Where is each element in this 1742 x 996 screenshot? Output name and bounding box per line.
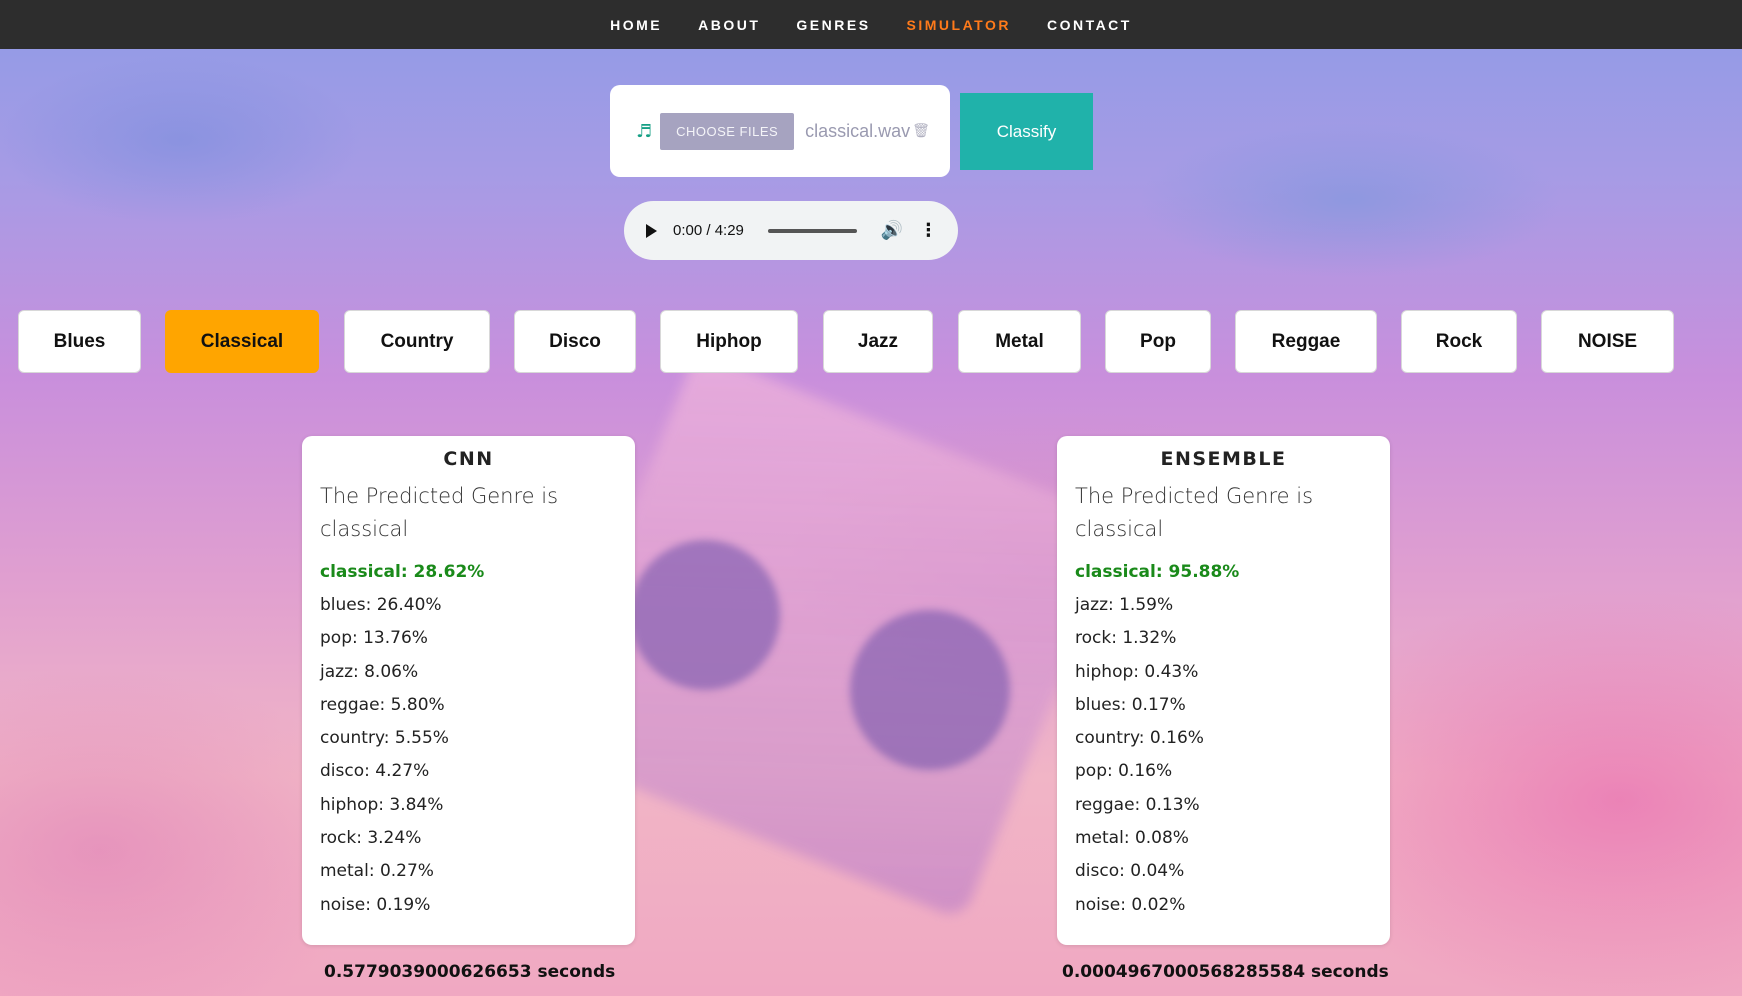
score-row: pop: 0.16%: [1075, 761, 1173, 782]
result-card-cnn: CNN The Predicted Genre is classical cla…: [302, 436, 635, 945]
score-row: hiphop: 0.43%: [1075, 661, 1199, 682]
genre-button-noise[interactable]: NOISE: [1541, 310, 1674, 373]
nav-about[interactable]: ABOUT: [698, 17, 760, 33]
audio-player: 0:00 / 4:29 🔊 ⋮: [624, 201, 958, 260]
predicted-genre-text: The Predicted Genre is classical: [320, 484, 559, 541]
genre-button-reggae[interactable]: Reggae: [1235, 310, 1377, 373]
score-row: reggae: 5.80%: [320, 694, 445, 715]
score-row: country: 5.55%: [320, 728, 449, 749]
model-title: ENSEMBLE: [1160, 448, 1287, 470]
score-row: disco: 0.04%: [1075, 861, 1185, 882]
top-score: classical: 28.62%: [320, 562, 485, 582]
score-row: hiphop: 3.84%: [320, 794, 444, 815]
genre-button-rock[interactable]: Rock: [1401, 310, 1517, 373]
result-card-ensemble: ENSEMBLE The Predicted Genre is classica…: [1057, 436, 1390, 945]
classify-button[interactable]: Classify: [960, 93, 1093, 170]
score-row: noise: 0.19%: [320, 894, 431, 915]
genre-button-classical[interactable]: Classical: [165, 310, 319, 373]
model-title: CNN: [443, 448, 494, 470]
selected-file-name: classical.wav: [805, 120, 911, 141]
score-row: blues: 0.17%: [1075, 694, 1186, 715]
score-row: rock: 3.24%: [320, 828, 422, 849]
background-reel-left: [630, 540, 780, 690]
genre-button-disco[interactable]: Disco: [514, 310, 636, 373]
score-row: metal: 0.27%: [320, 861, 434, 882]
score-row: country: 0.16%: [1075, 728, 1204, 749]
nav-home[interactable]: HOME: [610, 17, 662, 33]
cnn-inference-time: 0.5779039000626653 seconds: [324, 962, 616, 982]
choose-files-button[interactable]: CHOOSE FILES: [660, 112, 795, 150]
music-note-icon: ♬: [636, 120, 653, 142]
background-reel-right: [850, 610, 1010, 770]
trash-icon[interactable]: 🗑: [912, 123, 930, 139]
genre-button-metal[interactable]: Metal: [958, 310, 1081, 373]
top-score: classical: 95.88%: [1075, 562, 1240, 582]
score-row: jazz: 8.06%: [320, 661, 419, 682]
file-upload-box: ♬ CHOOSE FILES classical.wav 🗑: [610, 85, 950, 177]
nav-contact[interactable]: CONTACT: [1047, 17, 1132, 33]
genre-button-hiphop[interactable]: Hiphop: [660, 310, 798, 373]
ensemble-inference-time: 0.0004967000568285584 seconds: [1062, 962, 1389, 982]
score-row: noise: 0.02%: [1075, 894, 1186, 915]
score-row: jazz: 1.59%: [1075, 595, 1174, 615]
play-icon[interactable]: [646, 223, 657, 238]
nav-genres[interactable]: GENRES: [796, 17, 870, 33]
score-row: pop: 13.76%: [320, 628, 428, 649]
top-navbar: HOME ABOUT GENRES SIMULATOR CONTACT: [0, 0, 1742, 49]
volume-icon[interactable]: 🔊: [881, 220, 903, 241]
score-row: metal: 0.08%: [1075, 828, 1189, 849]
nav-simulator[interactable]: SIMULATOR: [907, 17, 1011, 33]
genre-button-pop[interactable]: Pop: [1105, 310, 1211, 373]
genre-button-jazz[interactable]: Jazz: [823, 310, 933, 373]
score-row: disco: 4.27%: [320, 761, 430, 782]
score-row: blues: 26.40%: [320, 595, 442, 615]
score-row: reggae: 0.13%: [1075, 794, 1200, 815]
genre-button-country[interactable]: Country: [344, 310, 490, 373]
audio-time: 0:00 / 4:29: [673, 222, 744, 239]
genre-button-blues[interactable]: Blues: [18, 310, 141, 373]
more-options-icon[interactable]: ⋮: [919, 220, 937, 241]
predicted-genre-text: The Predicted Genre is classical: [1075, 484, 1314, 541]
score-row: rock: 1.32%: [1075, 628, 1177, 649]
audio-progress-slider[interactable]: [767, 228, 857, 233]
